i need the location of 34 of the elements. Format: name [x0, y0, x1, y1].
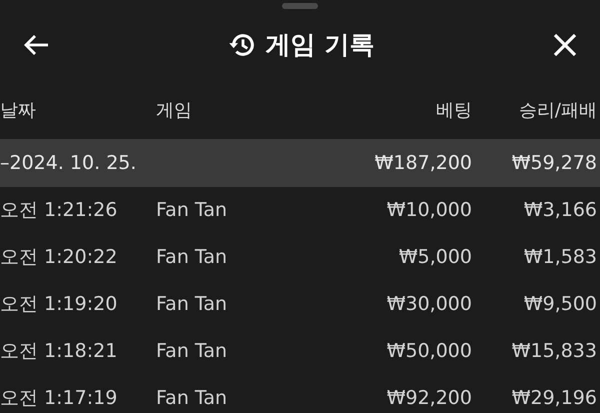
- table-cell-text: ₩59,278: [510, 150, 597, 176]
- table-cell-text: ₩187,200: [374, 150, 472, 176]
- table-cell-text: ₩9,500: [522, 292, 597, 318]
- back-button[interactable]: [24, 34, 50, 56]
- table-cell-text: 오전 1:17:19: [0, 386, 118, 412]
- close-icon: [552, 32, 578, 58]
- window-title: 게임 기록: [266, 29, 374, 62]
- table-cell-text: Fan Tan: [156, 386, 228, 412]
- table-cell-text: Fan Tan: [156, 198, 228, 224]
- date-group-row[interactable]: –2024. 10. 25. ₩187,200 ₩59,278: [0, 139, 600, 187]
- table-cell-text: –2024. 10. 25.: [0, 150, 138, 176]
- table-cell-text: Fan Tan: [156, 245, 228, 270]
- table-cell-text: 오전 1:21:26: [0, 198, 118, 224]
- back-arrow-icon: [24, 34, 50, 56]
- table-cell-text: ₩50,000: [386, 339, 472, 364]
- table-cell-text: ₩92,200: [386, 386, 472, 412]
- close-button[interactable]: [552, 32, 578, 58]
- table-cell-text: Fan Tan: [156, 292, 228, 318]
- table-cell-text: ₩10,000: [386, 198, 472, 224]
- table-cell-text: ₩29,196: [510, 386, 597, 412]
- table-cell-text: Fan Tan: [156, 339, 228, 364]
- table-cell-text: 오전 1:19:20: [0, 292, 118, 318]
- column-header: 날짜: [0, 98, 37, 122]
- table-cell-text: ₩3,166: [522, 198, 597, 224]
- column-header: 베팅: [435, 98, 472, 122]
- column-header: 승리/패배: [518, 98, 597, 122]
- table-cell-text: ₩30,000: [386, 292, 472, 318]
- drag-handle[interactable]: [282, 3, 318, 9]
- column-header: 게임: [156, 98, 193, 122]
- table-cell-text: ₩5,000: [398, 245, 472, 270]
- table-cell-text: ₩15,833: [510, 339, 597, 364]
- table-cell-text: ₩1,583: [522, 245, 597, 270]
- table-cell-text: 오전 1:18:21: [0, 339, 118, 364]
- table-cell-text: 오전 1:20:22: [0, 245, 118, 270]
